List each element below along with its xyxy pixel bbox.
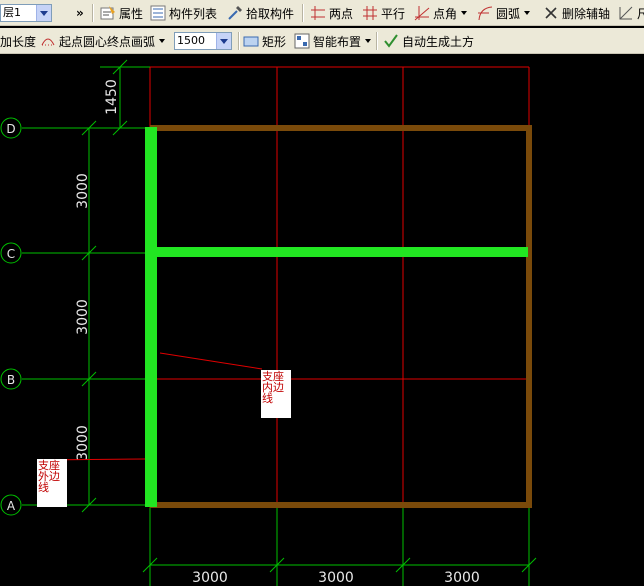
auto-earthwork-button[interactable]: 自动生成土方 xyxy=(383,28,474,54)
delete-axis-label: 删除辅轴 xyxy=(562,6,611,21)
auto-earthwork-label: 自动生成土方 xyxy=(402,34,475,49)
pick-component-button[interactable]: 拾取构件 xyxy=(227,0,294,26)
grid-label-b: B xyxy=(7,373,15,387)
parallel-axis-button[interactable]: 平行 xyxy=(362,0,405,26)
properties-button[interactable]: 属性 xyxy=(100,0,143,26)
arc-mode-label: 起点圆心终点画弧 xyxy=(59,34,156,49)
component-list-button[interactable]: 构件列表 xyxy=(150,0,217,26)
point-angle-label: 点角 xyxy=(433,6,458,21)
ruler-button[interactable]: 尺 xyxy=(618,0,644,26)
smart-layout-icon xyxy=(294,33,310,49)
grid-bubbles xyxy=(0,117,22,516)
rectangle-button[interactable]: 矩形 xyxy=(243,28,286,54)
rectangle-label: 矩形 xyxy=(262,34,287,49)
toolbar-more-button[interactable]: » xyxy=(76,0,84,26)
ruler-icon xyxy=(618,5,634,21)
rectangle-icon xyxy=(243,33,259,49)
parallel-label: 平行 xyxy=(381,6,406,21)
note-inner-support-line[interactable]: 支座内边线 xyxy=(261,370,291,418)
delete-axis-button[interactable]: 删除辅轴 xyxy=(543,0,610,26)
drawing-canvas[interactable]: D C B A 1450 3000 3000 3000 3000 3000 30… xyxy=(0,55,644,586)
dim-text-cb: 3000 xyxy=(75,299,91,335)
grid-label-c: C xyxy=(7,247,15,261)
brown-beams xyxy=(150,125,532,508)
component-list-label: 构件列表 xyxy=(169,6,218,21)
arc-mode-icon xyxy=(40,33,56,49)
toolbar-main: 层1 » 属性 构件列表 拾取构件 两点 平行 点角 圆弧 删除辅轴 尺 xyxy=(0,0,644,26)
dim-text-dc: 3000 xyxy=(75,173,91,209)
chevron-down-icon[interactable] xyxy=(216,33,231,49)
note-outer-text: 支座外边线 xyxy=(38,459,60,494)
toolbar-separator xyxy=(302,4,304,22)
grid-label-a: A xyxy=(7,499,16,513)
point-angle-axis-button[interactable]: 点角 xyxy=(414,0,468,26)
smart-layout-label: 智能布置 xyxy=(313,34,362,49)
smart-layout-button[interactable]: 智能布置 xyxy=(294,28,372,54)
toolbar-separator xyxy=(238,32,240,50)
note-inner-text: 支座内边线 xyxy=(262,370,284,405)
toolbar-separator xyxy=(376,32,378,50)
chevron-down-icon[interactable] xyxy=(36,5,51,21)
grid-label-d: D xyxy=(6,122,15,136)
pick-component-label: 拾取构件 xyxy=(246,6,295,21)
radius-combo-value: 1500 xyxy=(177,34,205,47)
properties-label: 属性 xyxy=(119,6,144,21)
red-grid xyxy=(149,66,530,508)
radius-combo[interactable]: 1500 xyxy=(174,32,232,50)
green-supports[interactable] xyxy=(145,127,528,507)
toolbar-draw: 加长度 起点圆心终点画弧 1500 矩形 智能布置 自动生成土方 xyxy=(0,28,644,54)
dim-text-bottom-1: 3000 xyxy=(192,570,228,586)
arc-label: 圆弧 xyxy=(496,6,521,21)
floor-combo[interactable]: 层1 xyxy=(0,4,52,22)
caret-down-icon[interactable] xyxy=(365,39,372,43)
two-point-label: 两点 xyxy=(329,6,354,21)
point-angle-icon xyxy=(414,5,430,21)
caret-down-icon[interactable] xyxy=(524,11,531,15)
app-window: 层1 » 属性 构件列表 拾取构件 两点 平行 点角 圆弧 删除辅轴 尺 加长度… xyxy=(0,0,644,586)
cad-drawing: D C B A 1450 3000 3000 3000 3000 3000 30… xyxy=(0,59,537,586)
dim-text-bottom-3: 3000 xyxy=(444,570,480,586)
caret-down-icon[interactable] xyxy=(461,11,468,15)
parallel-axis-icon xyxy=(362,5,378,21)
dim-text-1450: 1450 xyxy=(104,79,120,115)
pipette-icon xyxy=(227,5,243,21)
extend-length-button[interactable]: 加长度 xyxy=(0,28,36,54)
more-label: » xyxy=(76,6,84,20)
dim-text-bottom-2: 3000 xyxy=(318,570,354,586)
toolbar-separator xyxy=(92,4,94,22)
properties-icon xyxy=(100,5,116,21)
floor-combo-value: 层1 xyxy=(3,6,21,19)
caret-down-icon[interactable] xyxy=(159,39,166,43)
arc-axis-button[interactable]: 圆弧 xyxy=(477,0,531,26)
list-icon xyxy=(150,5,166,21)
check-mark-icon xyxy=(383,33,399,49)
arc-mode-button[interactable]: 起点圆心终点画弧 xyxy=(40,28,166,54)
dim-text-ba: 3000 xyxy=(75,425,91,461)
arc-axis-icon xyxy=(477,5,493,21)
note-outer-support-line[interactable]: 支座外边线 xyxy=(37,459,67,507)
extend-length-label: 加长度 xyxy=(0,34,37,49)
delete-x-icon xyxy=(543,5,559,21)
ruler-label: 尺 xyxy=(637,6,644,21)
two-point-axis-icon xyxy=(310,5,326,21)
two-point-axis-button[interactable]: 两点 xyxy=(310,0,353,26)
